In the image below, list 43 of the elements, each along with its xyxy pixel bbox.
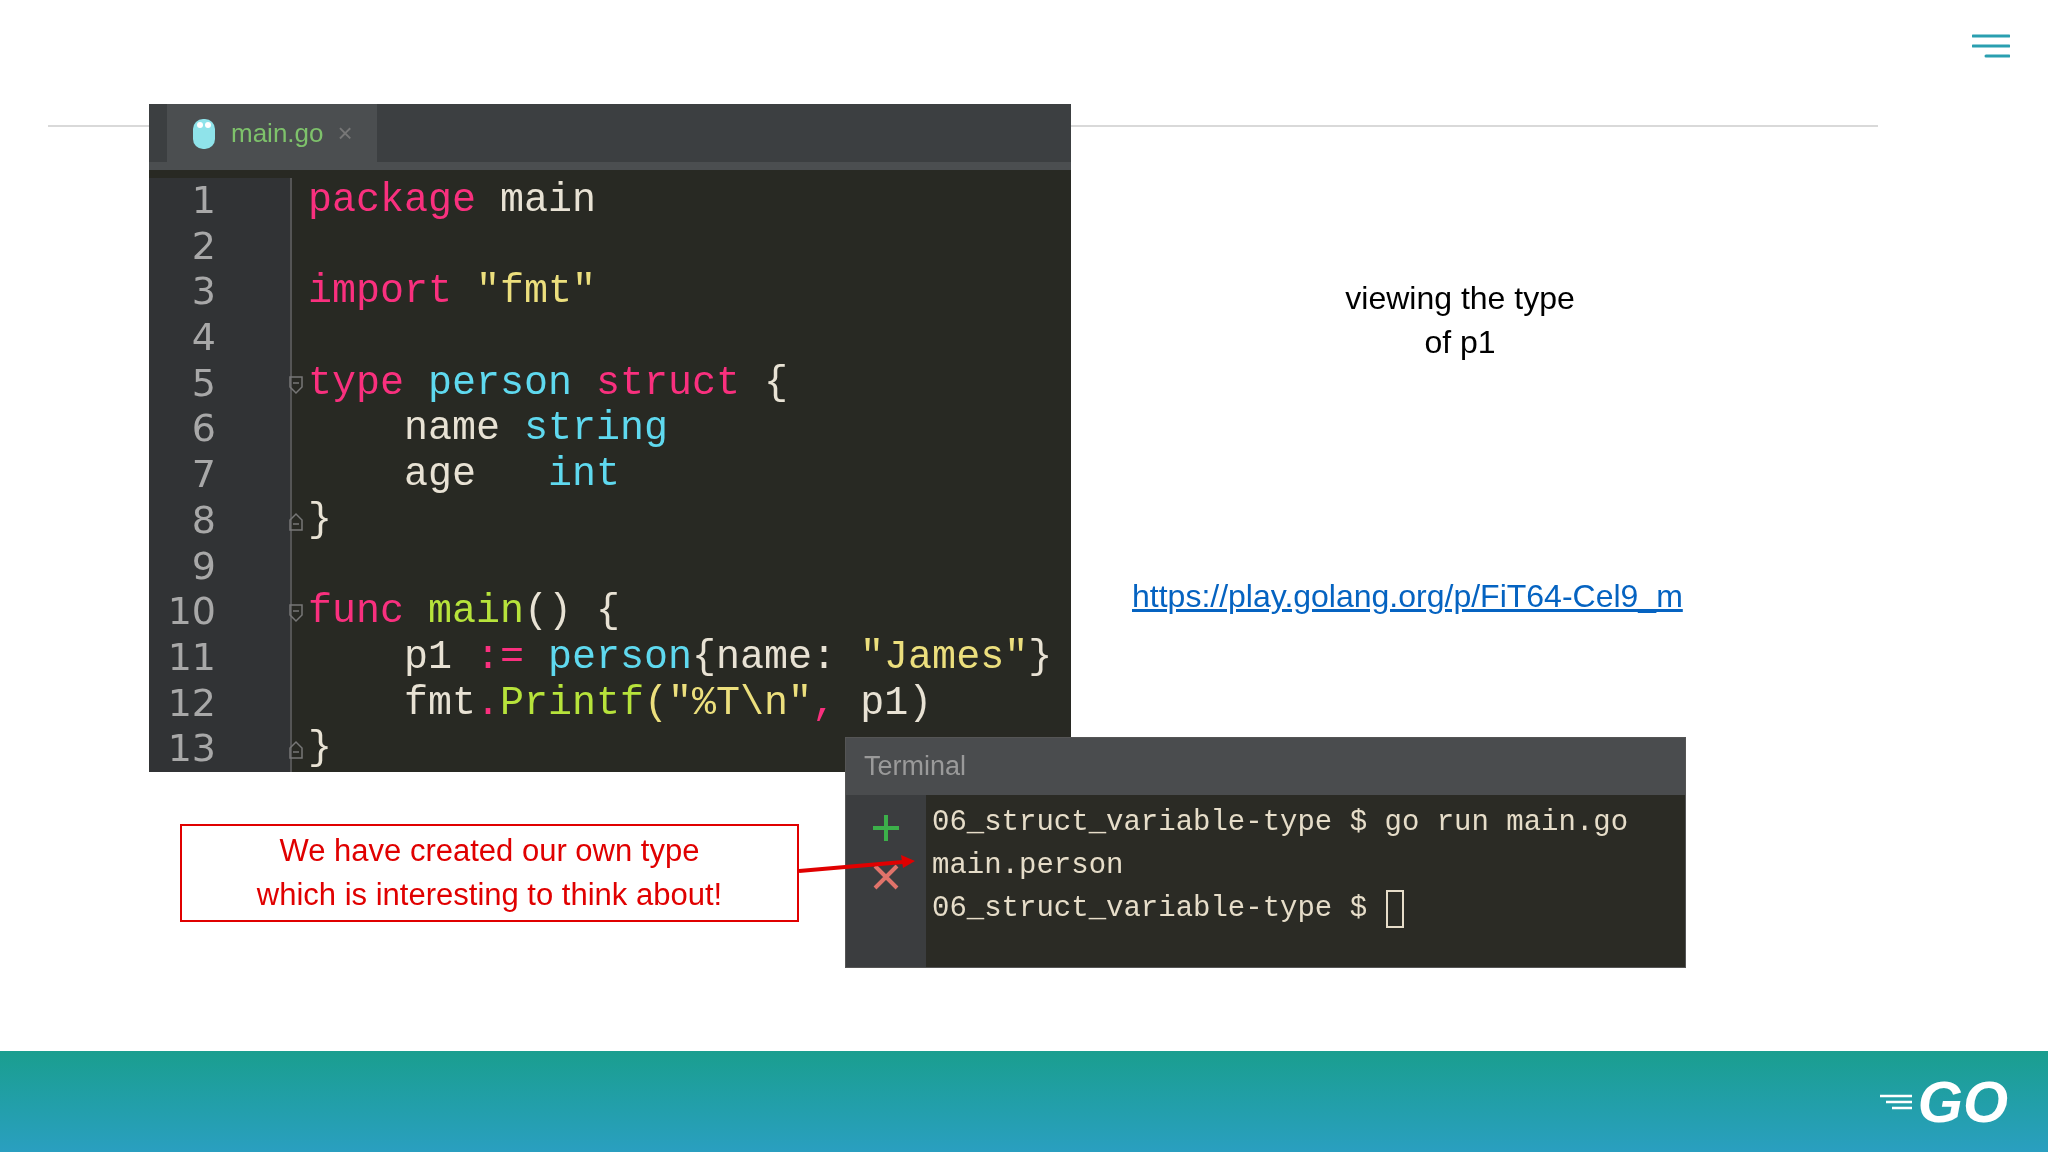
callout-text: We have created our own type bbox=[279, 832, 700, 870]
line-number: 12 bbox=[166, 680, 217, 727]
line-number: 10 bbox=[166, 589, 217, 635]
plus-icon[interactable] bbox=[871, 813, 901, 843]
terminal-line: 06_struct_variable-type $ go run main.go bbox=[932, 804, 1629, 841]
note-text: of p1 bbox=[1424, 323, 1496, 362]
line-number: 2 bbox=[190, 223, 217, 270]
fold-icon[interactable] bbox=[288, 374, 304, 395]
terminal-line: main.person bbox=[932, 847, 1124, 884]
terminal-title: Terminal bbox=[864, 750, 967, 784]
text-cursor bbox=[1386, 889, 1405, 928]
line-number: 3 bbox=[190, 269, 217, 316]
file-tab[interactable]: main.go × bbox=[167, 104, 377, 162]
playground-link[interactable]: https://play.golang.org/p/FiT64-Cel9_m bbox=[1132, 572, 1683, 620]
go-logo: GO bbox=[1917, 1072, 2008, 1131]
code-line: p1 := person{name: "James"} bbox=[403, 634, 1053, 680]
fold-icon[interactable] bbox=[288, 511, 304, 532]
line-number: 9 bbox=[190, 543, 217, 590]
code-line: import "fmt" bbox=[308, 269, 597, 315]
fold-icon[interactable] bbox=[288, 603, 304, 624]
code-line: func main() { bbox=[308, 589, 621, 635]
line-number: 7 bbox=[190, 452, 217, 498]
note-text: viewing the type bbox=[1345, 279, 1575, 318]
code-line: type person struct { bbox=[308, 360, 789, 406]
line-number: 6 bbox=[190, 406, 217, 453]
code-line: } bbox=[308, 497, 332, 543]
code-line: name string bbox=[403, 406, 669, 452]
code-line: fmt.Printf("%T\n", p1) bbox=[403, 680, 933, 726]
line-number: 5 bbox=[190, 360, 217, 407]
line-number: 11 bbox=[166, 634, 217, 681]
line-number: 8 bbox=[190, 497, 217, 544]
code-line: package main bbox=[308, 178, 597, 223]
code-line: age int bbox=[403, 452, 621, 498]
line-number: 1 bbox=[190, 178, 217, 224]
menu-icon[interactable] bbox=[1972, 34, 2010, 58]
code-line: } bbox=[308, 726, 332, 772]
line-number: 4 bbox=[190, 315, 217, 361]
callout-text: which is interesting to think about! bbox=[256, 876, 723, 914]
close-icon[interactable] bbox=[872, 863, 900, 891]
fold-icon[interactable] bbox=[288, 740, 304, 761]
line-number: 13 bbox=[166, 726, 217, 772]
tab-label: main.go bbox=[231, 116, 324, 150]
terminal-line: 06_struct_variable-type $ bbox=[932, 890, 1369, 927]
